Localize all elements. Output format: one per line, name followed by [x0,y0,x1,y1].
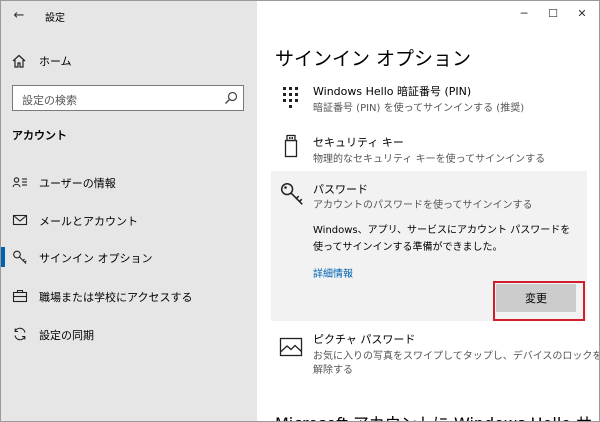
option-desc: アカウントのパスワードを使ってサインインする [313,200,533,211]
search-input[interactable]: 設定の検索 [12,85,244,111]
home-icon [12,54,26,68]
search-icon[interactable] [223,90,239,106]
option-name: パスワード [313,183,368,196]
main-content: ─ ☐ ✕ サインイン オプション Windows Hello 暗証番号 (PI… [257,1,600,421]
usb-key-icon [284,134,298,158]
briefcase-icon [12,289,28,303]
picture-icon [279,337,303,357]
section-heading: Microsoft アカウントに Windows Hello サイン [275,410,599,421]
minimize-button[interactable]: ─ [511,1,537,25]
settings-window: ← 設定 ホーム 設定の検索 アカウント ユーザーの情報 メールとアカウント サ… [0,0,600,422]
close-button[interactable]: ✕ [569,1,595,25]
option-desc: 暗証番号 (PIN) を使ってサインインする (推奨) [313,103,525,114]
key-icon [13,250,27,264]
option-picture-password[interactable]: ピクチャ パスワード お気に入りの写真をスワイプしてタップし、デバイスのロックを… [257,329,600,377]
password-status-text: Windows、アプリ、サービスにアカウント パスワードを使ってサインインする準… [313,225,571,253]
maximize-button[interactable]: ☐ [540,1,566,25]
search-placeholder: 設定の検索 [22,94,77,107]
highlight-box [493,281,585,321]
sidebar-item-label: ユーザーの情報 [39,177,116,190]
user-info-icon [12,177,27,188]
sidebar-item-label: 職場または学校にアクセスする [39,291,193,304]
sidebar-item-signin-options[interactable]: サインイン オプション [1,242,257,272]
sidebar-item-user-info[interactable]: ユーザーの情報 [1,167,257,197]
sidebar-item-sync[interactable]: 設定の同期 [1,319,257,349]
sidebar-item-label: サインイン オプション [39,252,153,265]
sidebar-item-mail[interactable]: メールとアカウント [1,205,257,235]
option-pin[interactable]: Windows Hello 暗証番号 (PIN) 暗証番号 (PIN) を使って… [257,81,599,117]
option-name: セキュリティ キー [313,136,404,149]
sidebar-item-work-school[interactable]: 職場または学校にアクセスする [1,281,257,311]
section-title: アカウント [12,129,67,142]
back-button[interactable]: ← [9,5,29,25]
pin-keypad-icon [283,87,298,108]
learn-more-link[interactable]: 詳細情報 [313,265,353,280]
sidebar-item-label: 設定の同期 [39,329,94,342]
option-desc: お気に入りの写真をスワイプしてタップし、デバイスのロックを [313,351,600,362]
app-title: 設定 [45,13,65,24]
option-name: Windows Hello 暗証番号 (PIN) [313,85,472,98]
mail-icon [12,214,28,226]
option-desc-continued: 解除する [313,365,353,376]
option-security-key[interactable]: セキュリティ キー 物理的なセキュリティ キーを使ってサインインする [257,132,599,168]
nav-home-label: ホーム [39,55,72,68]
page-title: サインイン オプション [275,48,472,70]
option-desc: 物理的なセキュリティ キーを使ってサインインする [313,154,546,165]
sidebar-item-label: メールとアカウント [39,215,138,228]
sync-icon [14,327,26,341]
sidebar: ← 設定 ホーム 設定の検索 アカウント ユーザーの情報 メールとアカウント サ… [1,1,257,421]
option-name: ピクチャ パスワード [313,333,416,346]
nav-home[interactable]: ホーム [11,52,72,70]
key-icon [280,182,303,205]
